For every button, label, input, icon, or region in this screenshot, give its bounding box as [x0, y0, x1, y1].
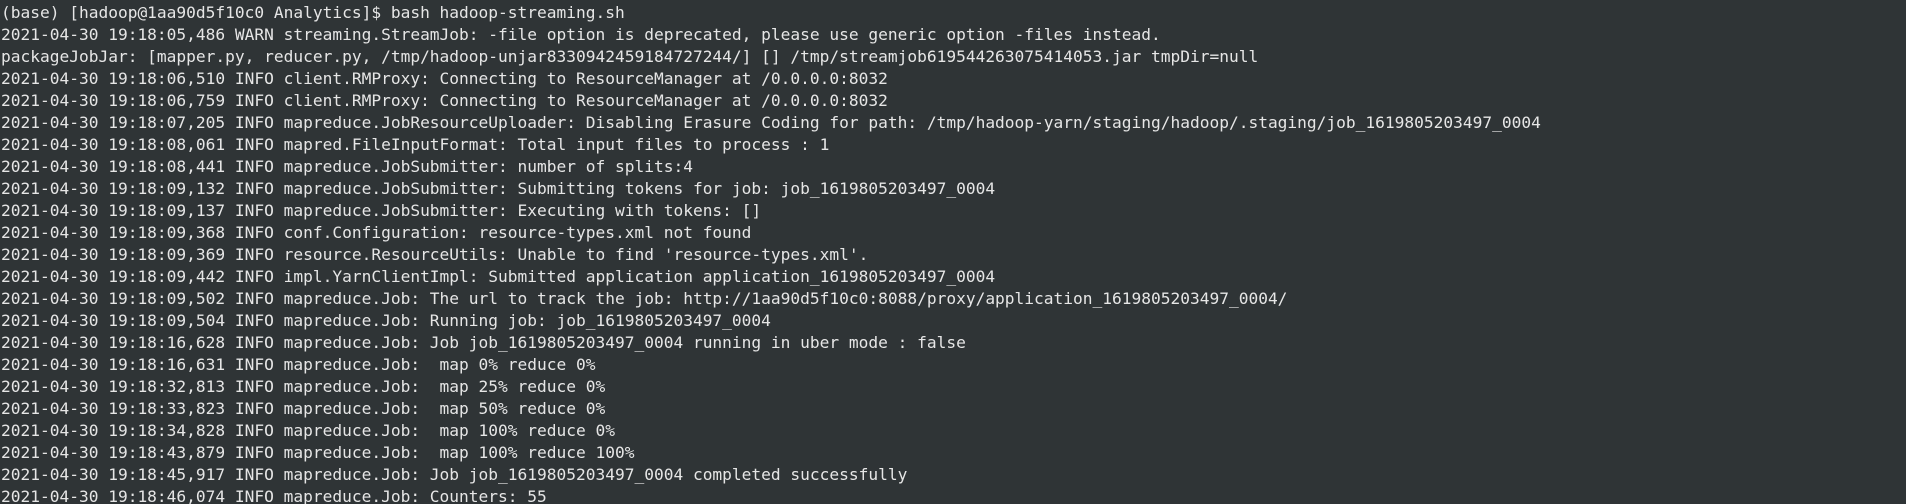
prompt-line: (base) [hadoop@1aa90d5f10c0 Analytics]$ …: [1, 2, 1906, 24]
log-line: 2021-04-30 19:18:43,879 INFO mapreduce.J…: [1, 443, 635, 462]
log-line: 2021-04-30 19:18:09,132 INFO mapreduce.J…: [1, 179, 996, 198]
log-line: 2021-04-30 19:18:16,628 INFO mapreduce.J…: [1, 333, 966, 352]
log-line: 2021-04-30 19:18:09,369 INFO resource.Re…: [1, 245, 869, 264]
log-line: 2021-04-30 19:18:09,502 INFO mapreduce.J…: [1, 289, 1288, 308]
log-line: 2021-04-30 19:18:06,759 INFO client.RMPr…: [1, 91, 888, 110]
log-line: 2021-04-30 19:18:45,917 INFO mapreduce.J…: [1, 465, 908, 484]
log-line: 2021-04-30 19:18:08,441 INFO mapreduce.J…: [1, 157, 693, 176]
log-line: 2021-04-30 19:18:06,510 INFO client.RMPr…: [1, 69, 888, 88]
log-output: 2021-04-30 19:18:05,486 WARN streaming.S…: [1, 24, 1906, 504]
log-line: 2021-04-30 19:18:05,486 WARN streaming.S…: [1, 25, 1161, 44]
log-line: 2021-04-30 19:18:46,074 INFO mapreduce.J…: [1, 487, 547, 504]
log-line: 2021-04-30 19:18:09,504 INFO mapreduce.J…: [1, 311, 771, 330]
log-line: 2021-04-30 19:18:09,442 INFO impl.YarnCl…: [1, 267, 996, 286]
log-line: 2021-04-30 19:18:09,137 INFO mapreduce.J…: [1, 201, 762, 220]
terminal-window[interactable]: (base) [hadoop@1aa90d5f10c0 Analytics]$ …: [0, 0, 1906, 504]
shell-prompt: (base) [hadoop@1aa90d5f10c0 Analytics]$: [1, 3, 391, 22]
shell-command: bash hadoop-streaming.sh: [390, 3, 625, 22]
log-line: 2021-04-30 19:18:07,205 INFO mapreduce.J…: [1, 113, 1541, 132]
log-line: 2021-04-30 19:18:16,631 INFO mapreduce.J…: [1, 355, 596, 374]
log-line: 2021-04-30 19:18:09,368 INFO conf.Config…: [1, 223, 752, 242]
log-line: packageJobJar: [mapper.py, reducer.py, /…: [1, 47, 1259, 66]
log-line: 2021-04-30 19:18:33,823 INFO mapreduce.J…: [1, 399, 606, 418]
log-line: 2021-04-30 19:18:08,061 INFO mapred.File…: [1, 135, 830, 154]
log-line: 2021-04-30 19:18:34,828 INFO mapreduce.J…: [1, 421, 615, 440]
log-line: 2021-04-30 19:18:32,813 INFO mapreduce.J…: [1, 377, 606, 396]
